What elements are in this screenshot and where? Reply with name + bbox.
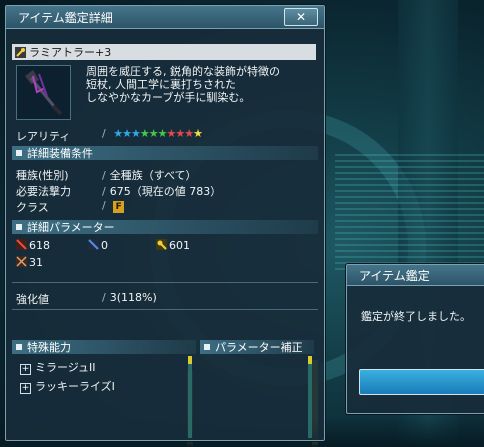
bullet-icon xyxy=(204,344,210,350)
scrollbar-thumb[interactable] xyxy=(308,356,312,364)
star-icons: ★★★★★★★★★★ xyxy=(113,127,203,140)
window-title: アイテム鑑定詳細 xyxy=(18,10,113,25)
param-value: 31 xyxy=(29,256,43,269)
ability-name: ミラージュII xyxy=(35,361,96,374)
separator: / xyxy=(102,185,106,198)
tech-attack-icon xyxy=(156,239,167,250)
section-title: パラメーター補正 xyxy=(215,341,303,354)
rarity-star-icon: ★ xyxy=(175,127,185,140)
rarity-star-icon: ★ xyxy=(184,127,194,140)
rarity-stars: / ★★★★★★★★★★ xyxy=(102,127,203,140)
bullet-icon xyxy=(16,344,22,350)
separator: / xyxy=(102,199,106,212)
special-abilities-header: 特殊能力 xyxy=(12,340,196,354)
special-ability-item[interactable]: + ミラージュII xyxy=(20,359,96,375)
popup-title: アイテム鑑定 xyxy=(359,268,430,283)
param-bonus-header: パラメーター補正 xyxy=(200,340,314,354)
param-value: 0 xyxy=(101,239,108,252)
class-value-row: / F xyxy=(102,199,125,213)
race-label: 種族(性別) xyxy=(16,169,69,182)
popup-titlebar[interactable]: アイテム鑑定 xyxy=(347,265,484,286)
section-title: 詳細装備条件 xyxy=(27,147,93,160)
item-detail-titlebar[interactable]: アイテム鑑定詳細 ✕ xyxy=(6,6,324,29)
separator: / xyxy=(102,169,106,182)
separator: / xyxy=(102,291,106,304)
param-ranged: 0 xyxy=(88,239,108,252)
description-line: しなやかなカーブが手に馴染む。 xyxy=(86,91,251,104)
item-image xyxy=(16,65,71,120)
special-ability-item[interactable]: + ラッキーライズI xyxy=(20,378,115,394)
scrollbar-thumb[interactable] xyxy=(188,356,192,364)
rarity-row: レアリティ xyxy=(16,128,70,144)
item-name: ラミアトラー+3 xyxy=(29,46,112,59)
parameters-header: 詳細パラメーター xyxy=(12,220,318,234)
enhance-value-row: /3(118%) xyxy=(102,291,157,304)
rarity-star-icon: ★ xyxy=(122,127,132,140)
rarity-star-icon: ★ xyxy=(148,127,159,140)
param-value: 601 xyxy=(169,239,190,252)
enhance-value: 3(118%) xyxy=(109,291,157,304)
ranged-attack-icon xyxy=(88,239,99,250)
param-tech: 601 xyxy=(156,239,190,252)
param-bonus-scrollbar[interactable] xyxy=(308,356,312,438)
requirements-header: 詳細装備条件 xyxy=(12,146,318,160)
param-dex: 31 xyxy=(16,256,43,269)
rarity-star-icon: ★ xyxy=(166,127,176,140)
expand-icon[interactable]: + xyxy=(20,383,31,394)
class-label: クラス xyxy=(16,201,49,214)
rod-picture-icon xyxy=(25,70,63,116)
divider xyxy=(12,282,318,283)
background-grille xyxy=(335,150,484,270)
ok-button[interactable] xyxy=(359,369,484,395)
description-line: 短杖, 人間工学に裏打ちされた xyxy=(86,78,236,91)
param-value: 618 xyxy=(29,239,50,252)
required-value: 675（現在の値 783） xyxy=(109,185,222,198)
required-label: 必要法撃力 xyxy=(16,185,71,198)
required-value-row: /675（現在の値 783） xyxy=(102,183,221,199)
wand-icon xyxy=(15,46,26,58)
force-class-icon: F xyxy=(113,201,125,213)
rarity-star-icon: ★ xyxy=(130,127,141,140)
dexterity-icon xyxy=(16,256,27,267)
divider xyxy=(12,309,318,310)
popup-message: 鑑定が終了しました。 xyxy=(361,310,471,323)
race-value-row: / 全種族（すべて） xyxy=(102,167,197,183)
race-value: 全種族（すべて） xyxy=(109,169,197,182)
appraisal-popup: アイテム鑑定 鑑定が終了しました。 xyxy=(346,264,484,414)
rarity-star-icon: ★ xyxy=(193,127,203,140)
separator: / xyxy=(102,127,106,140)
section-title: 特殊能力 xyxy=(27,341,71,354)
bullet-icon xyxy=(16,150,22,156)
special-abilities-scrollbar[interactable] xyxy=(188,356,192,438)
item-detail-window: アイテム鑑定詳細 ✕ ラミアトラー+3 周囲を威圧する, 鋭角的な装飾が特徴の … xyxy=(5,5,325,441)
description-line: 周囲を威圧する, 鋭角的な装飾が特徴の xyxy=(86,65,280,78)
melee-attack-icon xyxy=(16,239,27,250)
section-title: 詳細パラメーター xyxy=(27,221,115,234)
item-name-bar: ラミアトラー+3 xyxy=(12,44,316,60)
rarity-star-icon: ★ xyxy=(113,127,123,140)
rarity-label: レアリティ xyxy=(16,130,71,143)
close-icon: ✕ xyxy=(295,10,307,24)
expand-icon[interactable]: + xyxy=(20,364,31,375)
enhance-label: 強化値 xyxy=(16,293,49,306)
bullet-icon xyxy=(16,224,22,230)
ability-name: ラッキーライズI xyxy=(35,380,115,393)
item-description: 周囲を威圧する, 鋭角的な装飾が特徴の 短杖, 人間工学に裏打ちされた しなやか… xyxy=(86,65,280,104)
close-button[interactable]: ✕ xyxy=(284,8,318,26)
rarity-star-icon: ★ xyxy=(139,127,150,140)
param-melee: 618 xyxy=(16,239,50,252)
